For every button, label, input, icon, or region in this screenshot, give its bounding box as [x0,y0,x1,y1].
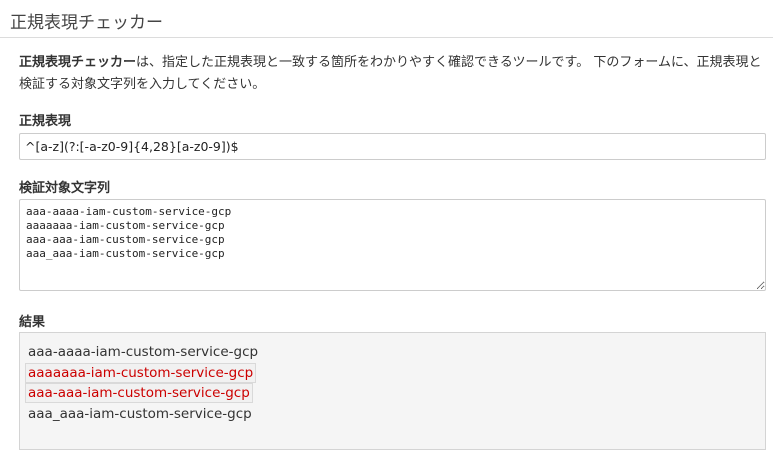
target-string-label: 検証対象文字列 [19,181,111,196]
result-match-highlight: aaa-aaa-iam-custom-service-gcp [25,383,253,403]
result-line: aaa_aaa-iam-custom-service-gcp [28,404,757,425]
result-line: aaa-aaa-iam-custom-service-gcp [25,383,757,404]
result-line: aaaaaaa-iam-custom-service-gcp [25,362,757,384]
regex-input[interactable] [19,133,766,160]
result-box: aaa-aaaa-iam-custom-service-gcp aaaaaaa-… [19,332,766,450]
result-line-text: aaa-aaaa-iam-custom-service-gcp [28,344,259,360]
intro-text: 正規表現チェッカーは、指定した正規表現と一致する箇所をわかりやすく確認できるツー… [19,52,767,96]
result-line: aaa-aaaa-iam-custom-service-gcp [28,342,757,363]
result-line-text: aaa_aaa-iam-custom-service-gcp [28,405,252,422]
result-label: 結果 [19,315,46,330]
target-string-textarea[interactable]: aaa-aaaa-iam-custom-service-gcp aaaaaaa-… [19,199,766,291]
intro-tool-name: 正規表現チェッカー [19,55,137,70]
page-header: 正規表現チェッカー [0,0,773,38]
regex-label: 正規表現 [19,114,72,129]
result-match-highlight: aaaaaaa-iam-custom-service-gcp [25,362,257,383]
page-title: 正規表現チェッカー [10,13,163,33]
